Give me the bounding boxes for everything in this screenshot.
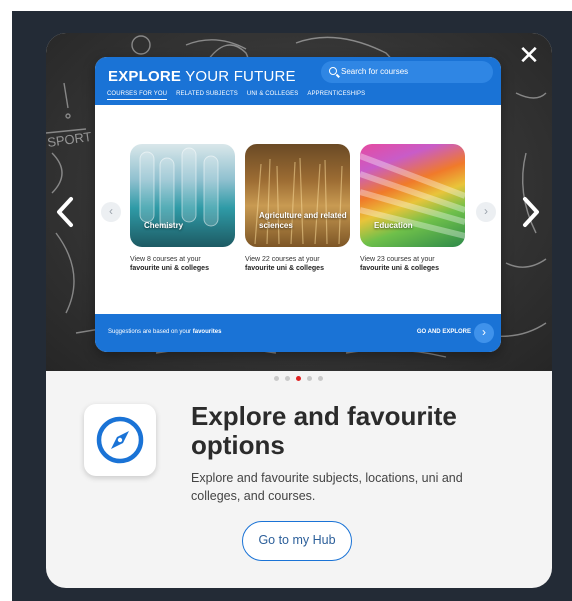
explore-tabs: COURSES FOR YOU RELATED SUBJECTS UNI & C…	[107, 91, 365, 100]
go-to-my-hub-button[interactable]: Go to my Hub	[242, 521, 352, 561]
tab-apprenticeships[interactable]: APPRENTICESHIPS	[307, 91, 365, 100]
chevron-left-icon	[57, 197, 73, 227]
chevron-right-icon: ›	[484, 204, 488, 218]
search-icon	[329, 67, 337, 75]
courses-prev-button[interactable]: ‹	[101, 202, 121, 222]
course-name: Agriculture and related sciences	[259, 211, 347, 230]
onboarding-modal: SPORT ✕ EXPLORE YOUR FUTURE Search for c…	[46, 33, 552, 588]
tab-related-subjects[interactable]: RELATED SUBJECTS	[176, 91, 238, 100]
course-count-text: View 23 courses at your favourite uni & c…	[360, 256, 439, 272]
chevron-right-icon: ›	[482, 325, 486, 339]
hero-image: SPORT ✕ EXPLORE YOUR FUTURE Search for c…	[46, 33, 552, 371]
pager-dot[interactable]	[285, 376, 290, 381]
close-button[interactable]: ✕	[516, 42, 542, 69]
courses-next-button[interactable]: ›	[476, 202, 496, 222]
course-image: Agriculture and related sciences	[245, 144, 350, 247]
course-list: Chemistry View 8 courses at your favourit…	[130, 144, 465, 273]
course-image: Chemistry	[130, 144, 235, 247]
previous-slide-button[interactable]	[52, 195, 78, 229]
explore-footer: Suggestions are based on your favourites…	[95, 314, 501, 352]
next-slide-button[interactable]	[518, 195, 544, 229]
course-name: Chemistry	[144, 221, 184, 230]
pager-dot[interactable]	[274, 376, 279, 381]
pager-dot-active[interactable]	[296, 376, 301, 381]
pager-dot[interactable]	[307, 376, 312, 381]
course-search-input[interactable]: Search for courses	[321, 61, 493, 83]
chevron-right-icon	[523, 197, 539, 227]
course-count-text: View 8 courses at your favourite uni & co…	[130, 256, 209, 272]
course-image: Education	[360, 144, 465, 247]
tab-uni-colleges[interactable]: UNI & COLLEGES	[247, 91, 298, 100]
feature-title: Explore and favourite options	[191, 401, 457, 460]
pencils-illustration	[360, 153, 465, 239]
feature-icon-tile	[84, 404, 156, 476]
pager-dot[interactable]	[318, 376, 323, 381]
go-and-explore-button[interactable]: ›	[474, 323, 494, 343]
feature-description: Explore and favourite subjects, location…	[191, 471, 463, 503]
course-name: Education	[374, 221, 413, 230]
explore-header: EXPLORE YOUR FUTURE Search for courses C…	[95, 57, 501, 105]
course-card-chemistry[interactable]: Chemistry View 8 courses at your favourit…	[130, 144, 235, 273]
chevron-left-icon: ‹	[109, 204, 113, 218]
course-card-education[interactable]: Education View 23 courses at your favouri…	[360, 144, 465, 273]
explore-preview-card: EXPLORE YOUR FUTURE Search for courses C…	[95, 57, 501, 352]
slide-pager	[274, 376, 323, 381]
compass-icon	[96, 416, 144, 464]
go-and-explore-link[interactable]: GO AND EXPLORE	[417, 329, 471, 335]
suggestions-note: Suggestions are based on your favourites	[108, 329, 222, 335]
test-tubes-illustration	[139, 147, 219, 229]
course-card-agriculture[interactable]: Agriculture and related sciences View 22…	[245, 144, 350, 273]
tab-courses-for-you[interactable]: COURSES FOR YOU	[107, 91, 168, 100]
wheat-illustration	[254, 157, 343, 245]
course-count-text: View 22 courses at your favourite uni & c…	[245, 256, 324, 272]
explore-brand: EXPLORE YOUR FUTURE	[108, 68, 296, 85]
